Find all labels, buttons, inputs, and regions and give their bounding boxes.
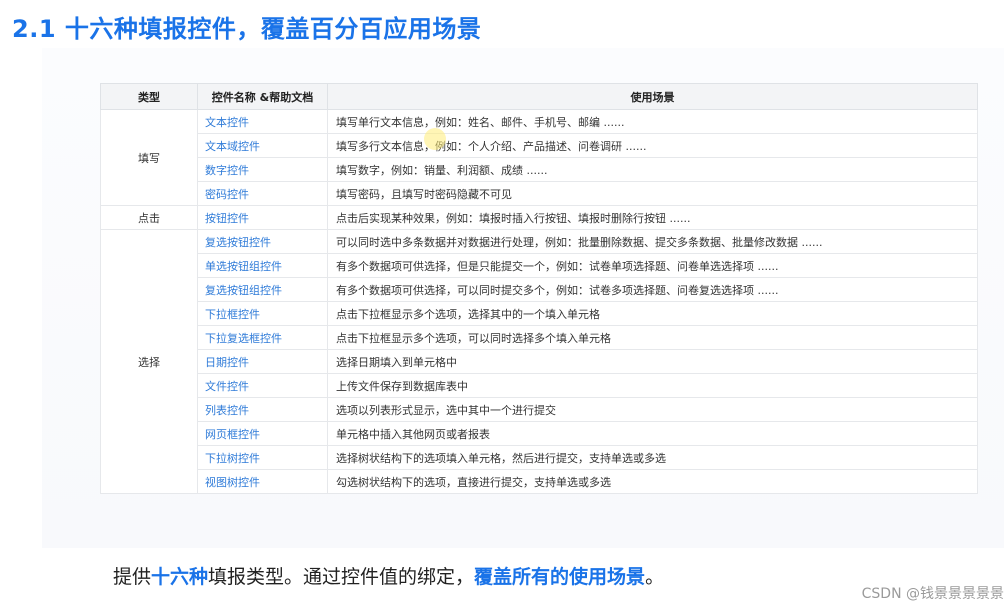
control-name-cell: 文本控件 (197, 109, 328, 134)
help-doc-link[interactable]: 列表控件 (205, 404, 249, 417)
scenario-cell: 选项以列表形式显示，选中其中一个进行提交 (327, 397, 978, 422)
help-doc-link[interactable]: 文本控件 (205, 116, 249, 129)
table-row: 点击 按钮控件 点击后实现某种效果，例如：填报时插入行按钮、填报时删除行按钮 ...… (100, 205, 978, 230)
help-doc-link[interactable]: 单选按钮组控件 (205, 260, 282, 273)
help-doc-link[interactable]: 文本域控件 (205, 140, 260, 153)
control-name-cell: 密码控件 (197, 181, 328, 206)
control-name-cell: 下拉复选框控件 (197, 325, 328, 350)
scenario-cell: 填写数字，例如：销量、利润额、成绩 ...... (327, 157, 978, 182)
table-row: 文本域控件 填写多行文本信息，例如：个人介绍、产品描述、问卷调研 ...... (101, 133, 978, 158)
page-title: 2.1 十六种填报控件，覆盖百分百应用场景 (12, 15, 482, 43)
table-row: 选择 复选按钮控件 可以同时选中多条数据并对数据进行处理，例如：批量删除数据、提交多… (100, 229, 978, 494)
table-body: 填写 文本控件 填写单行文本信息，例如：姓名、邮件、手机号、邮编 ...... 文本域… (100, 109, 978, 494)
table-row: 日期控件 选择日期填入到单元格中 (101, 349, 978, 374)
scenario-cell: 单元格中插入其他网页或者报表 (327, 421, 978, 446)
control-name-cell: 单选按钮组控件 (197, 253, 328, 278)
scenario-cell: 勾选树状结构下的选项，直接进行提交，支持单选或多选 (327, 469, 978, 494)
control-name-cell: 文本域控件 (197, 133, 328, 158)
scenario-cell: 点击下拉框显示多个选项，选择其中的一个填入单元格 (327, 301, 978, 326)
category-cell: 选择 (100, 229, 198, 494)
scenario-cell: 上传文件保存到数据库表中 (327, 373, 978, 398)
header-scenario: 使用场景 (327, 83, 978, 110)
header-control-name: 控件名称 &帮助文档 (197, 83, 328, 110)
table-row: 填写 文本控件 填写单行文本信息，例如：姓名、邮件、手机号、邮编 ...... (100, 109, 978, 206)
control-name-cell: 文件控件 (197, 373, 328, 398)
table-row: 单选按钮组控件 有多个数据项可供选择，但是只能提交一个，例如：试卷单项选择题、问卷… (101, 253, 978, 278)
table-row: 密码控件 填写密码，且填写时密码隐藏不可见 (101, 181, 978, 206)
control-name-cell: 网页框控件 (197, 421, 328, 446)
summary-part: 提供 (113, 566, 152, 588)
scenario-cell: 填写单行文本信息，例如：姓名、邮件、手机号、邮编 ...... (327, 109, 978, 134)
control-name-cell: 列表控件 (197, 397, 328, 422)
controls-table: 类型 控件名称 &帮助文档 使用场景 填写 文本控件 填写单行文本信息，例如：姓名、… (100, 83, 978, 494)
table-row: 视图树控件 勾选树状结构下的选项，直接进行提交，支持单选或多选 (101, 469, 978, 494)
summary-part: 填报类型。通过控件值的绑定， (208, 566, 475, 588)
category-cell: 填写 (100, 109, 198, 206)
control-name-cell: 复选按钮控件 (197, 229, 328, 254)
header-type: 类型 (100, 83, 198, 110)
table-row: 列表控件 选项以列表形式显示，选中其中一个进行提交 (101, 397, 978, 422)
scenario-cell: 选择日期填入到单元格中 (327, 349, 978, 374)
scenario-cell: 可以同时选中多条数据并对数据进行处理，例如：批量删除数据、提交多条数据、批量修改… (327, 229, 978, 254)
help-doc-link[interactable]: 文件控件 (205, 380, 249, 393)
cursor-highlight (424, 128, 446, 150)
scenario-cell: 有多个数据项可供选择，但是只能提交一个，例如：试卷单项选择题、问卷单选选择项 .… (327, 253, 978, 278)
table-row: 复选按钮组控件 有多个数据项可供选择，可以同时提交多个，例如：试卷多项选择题、问卷… (101, 277, 978, 302)
help-doc-link[interactable]: 复选按钮控件 (205, 236, 271, 249)
help-doc-link[interactable]: 数字控件 (205, 164, 249, 177)
help-doc-link[interactable]: 日期控件 (205, 356, 249, 369)
scenario-cell: 点击下拉框显示多个选项，可以同时选择多个填入单元格 (327, 325, 978, 350)
control-name-cell: 下拉框控件 (197, 301, 328, 326)
watermark: CSDN @钱景景景景景 (861, 586, 1004, 602)
control-name-cell: 视图树控件 (197, 469, 328, 494)
table-row: 网页框控件 单元格中插入其他网页或者报表 (101, 421, 978, 446)
control-name-cell: 日期控件 (197, 349, 328, 374)
control-name-cell: 复选按钮组控件 (197, 277, 328, 302)
table-header-row: 类型 控件名称 &帮助文档 使用场景 (100, 83, 978, 110)
table-row: 下拉树控件 选择树状结构下的选项填入单元格，然后进行提交，支持单选或多选 (101, 445, 978, 470)
control-name-cell: 数字控件 (197, 157, 328, 182)
table-row: 下拉复选框控件 点击下拉框显示多个选项，可以同时选择多个填入单元格 (101, 325, 978, 350)
summary-highlight: 十六种 (151, 566, 209, 588)
help-doc-link[interactable]: 按钮控件 (205, 212, 249, 225)
table-row: 下拉框控件 点击下拉框显示多个选项，选择其中的一个填入单元格 (101, 301, 978, 326)
help-doc-link[interactable]: 复选按钮组控件 (205, 284, 282, 297)
summary-text: 提供十六种填报类型。通过控件值的绑定，覆盖所有的使用场景。 (113, 562, 664, 589)
scenario-cell: 点击后实现某种效果，例如：填报时插入行按钮、填报时删除行按钮 ...... (327, 205, 978, 230)
summary-part: 。 (645, 566, 665, 588)
category-cell: 点击 (100, 205, 198, 230)
help-doc-link[interactable]: 下拉树控件 (205, 452, 260, 465)
help-doc-link[interactable]: 视图树控件 (205, 476, 260, 489)
control-name-cell: 按钮控件 (197, 205, 328, 230)
table-row: 数字控件 填写数字，例如：销量、利润额、成绩 ...... (101, 157, 978, 182)
scenario-cell: 有多个数据项可供选择，可以同时提交多个，例如：试卷多项选择题、问卷复选选择项 .… (327, 277, 978, 302)
help-doc-link[interactable]: 网页框控件 (205, 428, 260, 441)
scenario-cell: 选择树状结构下的选项填入单元格，然后进行提交，支持单选或多选 (327, 445, 978, 470)
help-doc-link[interactable]: 下拉框控件 (205, 308, 260, 321)
summary-highlight: 覆盖所有的使用场景 (474, 566, 646, 588)
control-name-cell: 下拉树控件 (197, 445, 328, 470)
help-doc-link[interactable]: 密码控件 (205, 188, 249, 201)
scenario-cell: 填写密码，且填写时密码隐藏不可见 (327, 181, 978, 206)
table-row: 文件控件 上传文件保存到数据库表中 (101, 373, 978, 398)
help-doc-link[interactable]: 下拉复选框控件 (205, 332, 282, 345)
